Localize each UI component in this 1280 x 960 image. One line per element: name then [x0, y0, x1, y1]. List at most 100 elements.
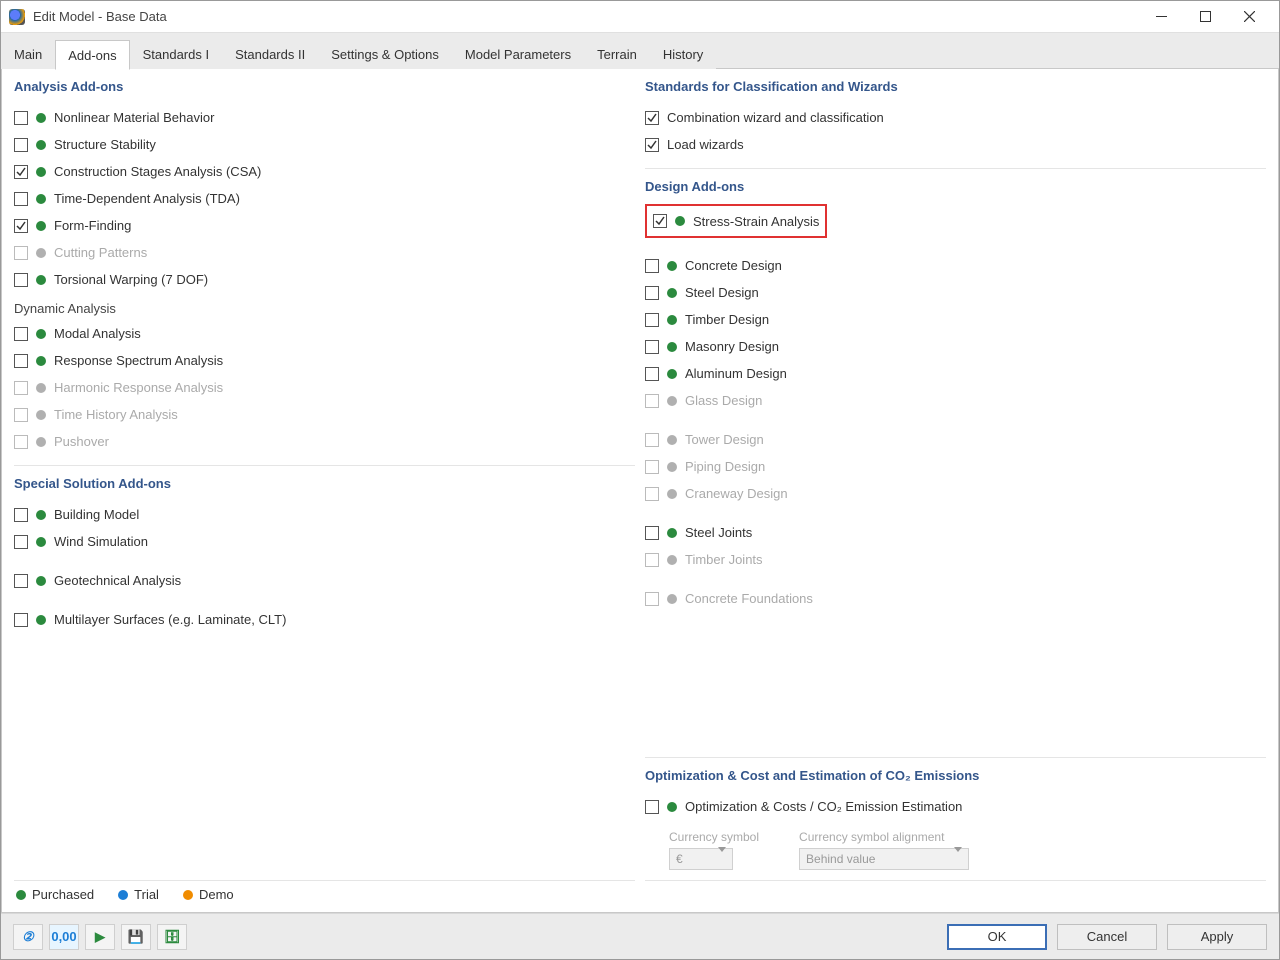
lbl-tower: Tower Design [685, 432, 764, 447]
database-button[interactable]: 🗄 [157, 924, 187, 950]
lbl-pushover: Pushover [54, 434, 109, 449]
status-icon [667, 342, 677, 352]
cb-tower [645, 433, 659, 447]
close-button[interactable] [1227, 2, 1271, 32]
lbl-foundations: Concrete Foundations [685, 591, 813, 606]
status-icon [667, 435, 677, 445]
cb-load-wizard[interactable] [645, 138, 659, 152]
status-icon [36, 248, 46, 258]
save-button[interactable]: 💾 [121, 924, 151, 950]
cb-tda[interactable] [14, 192, 28, 206]
tab-terrain[interactable]: Terrain [584, 39, 650, 69]
panel-analysis-addons: Analysis Add-ons Nonlinear Material Beha… [14, 79, 635, 455]
cb-concrete[interactable] [645, 259, 659, 273]
lbl-multilayer: Multilayer Surfaces (e.g. Laminate, CLT) [54, 612, 286, 627]
cb-response[interactable] [14, 354, 28, 368]
lbl-building: Building Model [54, 507, 139, 522]
cb-geo[interactable] [14, 574, 28, 588]
cb-cutting [14, 246, 28, 260]
lbl-stress-strain: Stress-Strain Analysis [693, 214, 819, 229]
cb-craneway [645, 487, 659, 501]
tab-standards-2[interactable]: Standards II [222, 39, 318, 69]
maximize-button[interactable] [1183, 2, 1227, 32]
lbl-geo: Geotechnical Analysis [54, 573, 181, 588]
status-icon [36, 410, 46, 420]
currency-alignment-select: Behind value [799, 848, 969, 870]
standards-wiz-title: Standards for Classification and Wizards [645, 79, 1266, 94]
cb-torsional[interactable] [14, 273, 28, 287]
legend: Purchased Trial Demo [14, 880, 635, 912]
help-button[interactable]: ② [13, 924, 43, 950]
cb-stress-strain[interactable] [653, 214, 667, 228]
lbl-combo-wizard: Combination wizard and classification [667, 110, 884, 125]
status-icon [36, 356, 46, 366]
apply-button[interactable]: Apply [1167, 924, 1267, 950]
dialog-footer: ② 0,00 ▶ 💾 🗄 OK Cancel Apply [1, 913, 1279, 959]
legend-demo-icon [183, 890, 193, 900]
cb-timehistory [14, 408, 28, 422]
footer-buttons: OK Cancel Apply [947, 924, 1267, 950]
cb-aluminum[interactable] [645, 367, 659, 381]
minimize-button[interactable] [1139, 2, 1183, 32]
cb-foundations [645, 592, 659, 606]
status-icon [36, 140, 46, 150]
chevron-down-icon [954, 852, 962, 866]
status-icon [36, 275, 46, 285]
tab-model-parameters[interactable]: Model Parameters [452, 39, 584, 69]
cb-nonlinear[interactable] [14, 111, 28, 125]
lbl-piping: Piping Design [685, 459, 765, 474]
cb-formfinding[interactable] [14, 219, 28, 233]
window-buttons [1139, 2, 1271, 32]
lbl-torsional: Torsional Warping (7 DOF) [54, 272, 208, 287]
cb-csa[interactable] [14, 165, 28, 179]
lbl-response: Response Spectrum Analysis [54, 353, 223, 368]
tab-addons[interactable]: Add-ons [55, 40, 129, 70]
status-icon [36, 510, 46, 520]
optimization-title: Optimization & Cost and Estimation of CO… [645, 768, 1266, 783]
status-icon [667, 462, 677, 472]
lbl-csa: Construction Stages Analysis (CSA) [54, 164, 261, 179]
analysis-title: Analysis Add-ons [14, 79, 635, 94]
tab-main[interactable]: Main [1, 39, 55, 69]
status-icon [36, 113, 46, 123]
cb-wind[interactable] [14, 535, 28, 549]
status-icon [36, 615, 46, 625]
lbl-masonry: Masonry Design [685, 339, 779, 354]
tab-history[interactable]: History [650, 39, 716, 69]
cb-steeljoints[interactable] [645, 526, 659, 540]
cb-timber[interactable] [645, 313, 659, 327]
panel-standards-wizards: Standards for Classification and Wizards… [645, 79, 1266, 158]
currency-symbol-select: € [669, 848, 733, 870]
cb-modal[interactable] [14, 327, 28, 341]
status-icon [667, 489, 677, 499]
status-icon [36, 437, 46, 447]
tab-settings[interactable]: Settings & Options [318, 39, 452, 69]
cb-combo-wizard[interactable] [645, 111, 659, 125]
status-icon [667, 396, 677, 406]
cb-building[interactable] [14, 508, 28, 522]
ok-button[interactable]: OK [947, 924, 1047, 950]
cancel-button[interactable]: Cancel [1057, 924, 1157, 950]
units-button[interactable]: 0,00 [49, 924, 79, 950]
status-icon [36, 194, 46, 204]
addons-content: Analysis Add-ons Nonlinear Material Beha… [1, 69, 1279, 913]
status-icon [667, 288, 677, 298]
cb-masonry[interactable] [645, 340, 659, 354]
client-area: Main Add-ons Standards I Standards II Se… [1, 33, 1279, 959]
lbl-modal: Modal Analysis [54, 326, 141, 341]
cb-harmonic [14, 381, 28, 395]
panel-optimization: Optimization & Cost and Estimation of CO… [645, 768, 1266, 870]
cb-optimization[interactable] [645, 800, 659, 814]
highlighted-stress-strain: Stress-Strain Analysis [645, 204, 827, 238]
cb-steel[interactable] [645, 286, 659, 300]
cb-stability[interactable] [14, 138, 28, 152]
status-icon [667, 315, 677, 325]
lbl-timberjoints: Timber Joints [685, 552, 763, 567]
status-icon [667, 528, 677, 538]
status-icon [36, 167, 46, 177]
tab-standards-1[interactable]: Standards I [130, 39, 223, 69]
lbl-formfinding: Form-Finding [54, 218, 131, 233]
cb-multilayer[interactable] [14, 613, 28, 627]
script-export-button[interactable]: ▶ [85, 924, 115, 950]
lbl-optimization: Optimization & Costs / CO₂ Emission Esti… [685, 799, 962, 814]
